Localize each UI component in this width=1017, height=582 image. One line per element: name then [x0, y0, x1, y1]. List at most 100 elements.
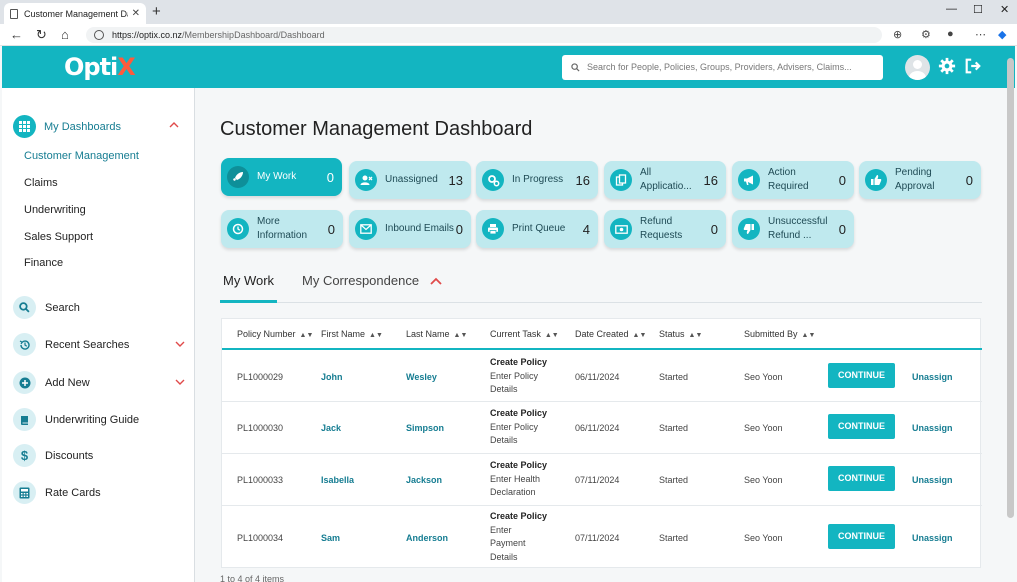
status: Started: [659, 475, 689, 485]
sidebar-item-claims[interactable]: Claims: [24, 177, 58, 189]
current-task: Create Policy Enter Policy Details: [490, 408, 548, 445]
tile-label: Print Queue: [512, 223, 566, 234]
tile-count: 16: [575, 172, 590, 188]
tile-label: Unassigned: [385, 174, 438, 185]
sidebar-item-add-new[interactable]: Add New: [13, 371, 185, 394]
page-scrollbar[interactable]: [1007, 58, 1014, 518]
first-name-link[interactable]: John: [321, 372, 343, 382]
main-content: Customer Management Dashboard My Work 0 …: [196, 88, 1013, 582]
chevron-down-icon[interactable]: [175, 341, 185, 348]
reader-icon[interactable]: ⊕: [893, 28, 902, 41]
continue-button[interactable]: CONTINUE: [828, 414, 895, 439]
column-header-submitted-by[interactable]: Submitted By ▲▼: [744, 329, 815, 339]
column-header-status[interactable]: Status ▲▼: [659, 329, 702, 339]
sidebar-item-discounts[interactable]: $ Discounts: [13, 444, 185, 467]
tab-my-correspondence[interactable]: My Correspondence: [302, 273, 419, 288]
tile-action-required[interactable]: Action Required 0: [732, 161, 854, 199]
tile-pending-approval[interactable]: Pending Approval 0: [859, 161, 981, 199]
tile-count: 13: [448, 172, 463, 188]
sidebar-item-search[interactable]: Search: [13, 296, 185, 319]
sidebar-item-sales-support[interactable]: Sales Support: [24, 231, 93, 243]
maximize-icon[interactable]: ☐: [973, 3, 983, 16]
submitted-by: Seo Yoon: [744, 475, 783, 485]
table-header: Policy Number ▲▼ First Name ▲▼ Last Name ▲▼…: [222, 319, 982, 350]
url-host: https://optix.co.nz: [112, 30, 183, 40]
unassign-link[interactable]: Unassign: [912, 475, 953, 485]
home-icon[interactable]: ⌂: [61, 27, 69, 43]
chevron-up-icon[interactable]: [430, 277, 442, 285]
last-name-link[interactable]: Jackson: [406, 475, 442, 485]
user-avatar[interactable]: [905, 55, 930, 80]
printer-icon: [482, 218, 504, 240]
column-header-current-task[interactable]: Current Task ▲▼: [490, 329, 559, 339]
first-name-link[interactable]: Jack: [321, 423, 341, 433]
history-icon: [13, 333, 36, 356]
optix-logo[interactable]: OptiX: [64, 53, 136, 81]
browser-tab[interactable]: Customer Management Dashboard ✕: [4, 3, 146, 24]
sidebar: My Dashboards Customer Management Claims…: [2, 88, 195, 582]
my-dashboards-toggle[interactable]: My Dashboards: [13, 115, 121, 138]
tile-unsuccessful-refund[interactable]: Unsuccessful Refund ... 0: [732, 210, 854, 248]
status: Started: [659, 533, 689, 543]
sidebar-item-finance[interactable]: Finance: [24, 257, 63, 269]
gear-icon[interactable]: [938, 57, 956, 75]
sidebar-item-rate-cards[interactable]: Rate Cards: [13, 481, 185, 504]
first-name-link[interactable]: Isabella: [321, 475, 354, 485]
sidebar-item-customer-management[interactable]: Customer Management: [24, 150, 139, 162]
extension-icon[interactable]: ⚙: [921, 28, 931, 41]
table-row: PL1000034 Sam Anderson Create Policy Ente…: [222, 506, 982, 568]
sidebar-item-recent-searches[interactable]: Recent Searches: [13, 333, 185, 356]
unassign-link[interactable]: Unassign: [912, 423, 953, 433]
tile-label: My Work: [257, 171, 297, 182]
copilot-icon[interactable]: ◆: [998, 28, 1006, 41]
sidebar-item-underwriting-guide[interactable]: Underwriting Guide: [13, 408, 185, 431]
continue-button[interactable]: CONTINUE: [828, 524, 895, 549]
first-name-link[interactable]: Sam: [321, 533, 340, 543]
sidebar-label-underwriting-guide: Underwriting Guide: [45, 413, 140, 426]
chevron-up-icon[interactable]: [169, 121, 179, 128]
documents-icon: [610, 169, 632, 191]
unassign-link[interactable]: Unassign: [912, 533, 953, 543]
submitted-by: Seo Yoon: [744, 533, 783, 543]
close-tab-icon[interactable]: ✕: [132, 8, 140, 19]
tile-print-queue[interactable]: Print Queue 4: [476, 210, 598, 248]
unassign-link[interactable]: Unassign: [912, 372, 953, 382]
logout-icon[interactable]: [964, 57, 982, 75]
search-placeholder: Search for People, Policies, Groups, Pro…: [587, 62, 852, 72]
url-field[interactable]: https://optix.co.nz/MembershipDashboard/…: [86, 27, 882, 43]
back-icon[interactable]: ←: [10, 27, 23, 43]
tile-refund-requests[interactable]: Refund Requests 0: [604, 210, 726, 248]
tile-count: 0: [327, 221, 335, 237]
tile-all-applications[interactable]: All Applicatio... 16: [604, 161, 726, 199]
global-search-input[interactable]: Search for People, Policies, Groups, Pro…: [562, 55, 883, 80]
tile-unassigned[interactable]: Unassigned 13: [349, 161, 471, 199]
reload-icon[interactable]: ↻: [36, 27, 47, 43]
minimize-icon[interactable]: —: [946, 3, 957, 15]
continue-button[interactable]: CONTINUE: [828, 466, 895, 491]
sidebar-item-underwriting[interactable]: Underwriting: [24, 204, 86, 216]
column-header-last-name[interactable]: Last Name ▲▼: [406, 329, 467, 339]
tile-label: Action Required: [768, 167, 809, 192]
tile-in-progress[interactable]: In Progress 16: [476, 161, 598, 199]
column-header-date-created[interactable]: Date Created ▲▼: [575, 329, 646, 339]
current-task: Create Policy Enter Payment Details: [490, 511, 548, 562]
continue-button[interactable]: CONTINUE: [828, 363, 895, 388]
tab-my-work[interactable]: My Work: [223, 273, 274, 288]
status: Started: [659, 372, 689, 382]
last-name-link[interactable]: Simpson: [406, 423, 444, 433]
new-tab-button[interactable]: +: [152, 3, 161, 21]
tile-my-work[interactable]: My Work 0: [221, 158, 342, 196]
column-header-first-name[interactable]: First Name ▲▼: [321, 329, 383, 339]
chevron-down-icon[interactable]: [175, 379, 185, 386]
page-icon: [10, 8, 18, 19]
last-name-link[interactable]: Wesley: [406, 372, 437, 382]
close-window-icon[interactable]: ✕: [1000, 3, 1009, 16]
more-icon[interactable]: ⋯: [975, 28, 986, 41]
tile-more-information[interactable]: More Information 0: [221, 210, 343, 248]
tile-inbound-emails[interactable]: Inbound Emails 0: [349, 210, 471, 248]
column-header-policy-number[interactable]: Policy Number ▲▼: [237, 329, 313, 339]
profile-icon[interactable]: ●: [947, 28, 954, 40]
last-name-link[interactable]: Anderson: [406, 533, 448, 543]
submitted-by: Seo Yoon: [744, 372, 783, 382]
plus-circle-icon: [13, 371, 36, 394]
